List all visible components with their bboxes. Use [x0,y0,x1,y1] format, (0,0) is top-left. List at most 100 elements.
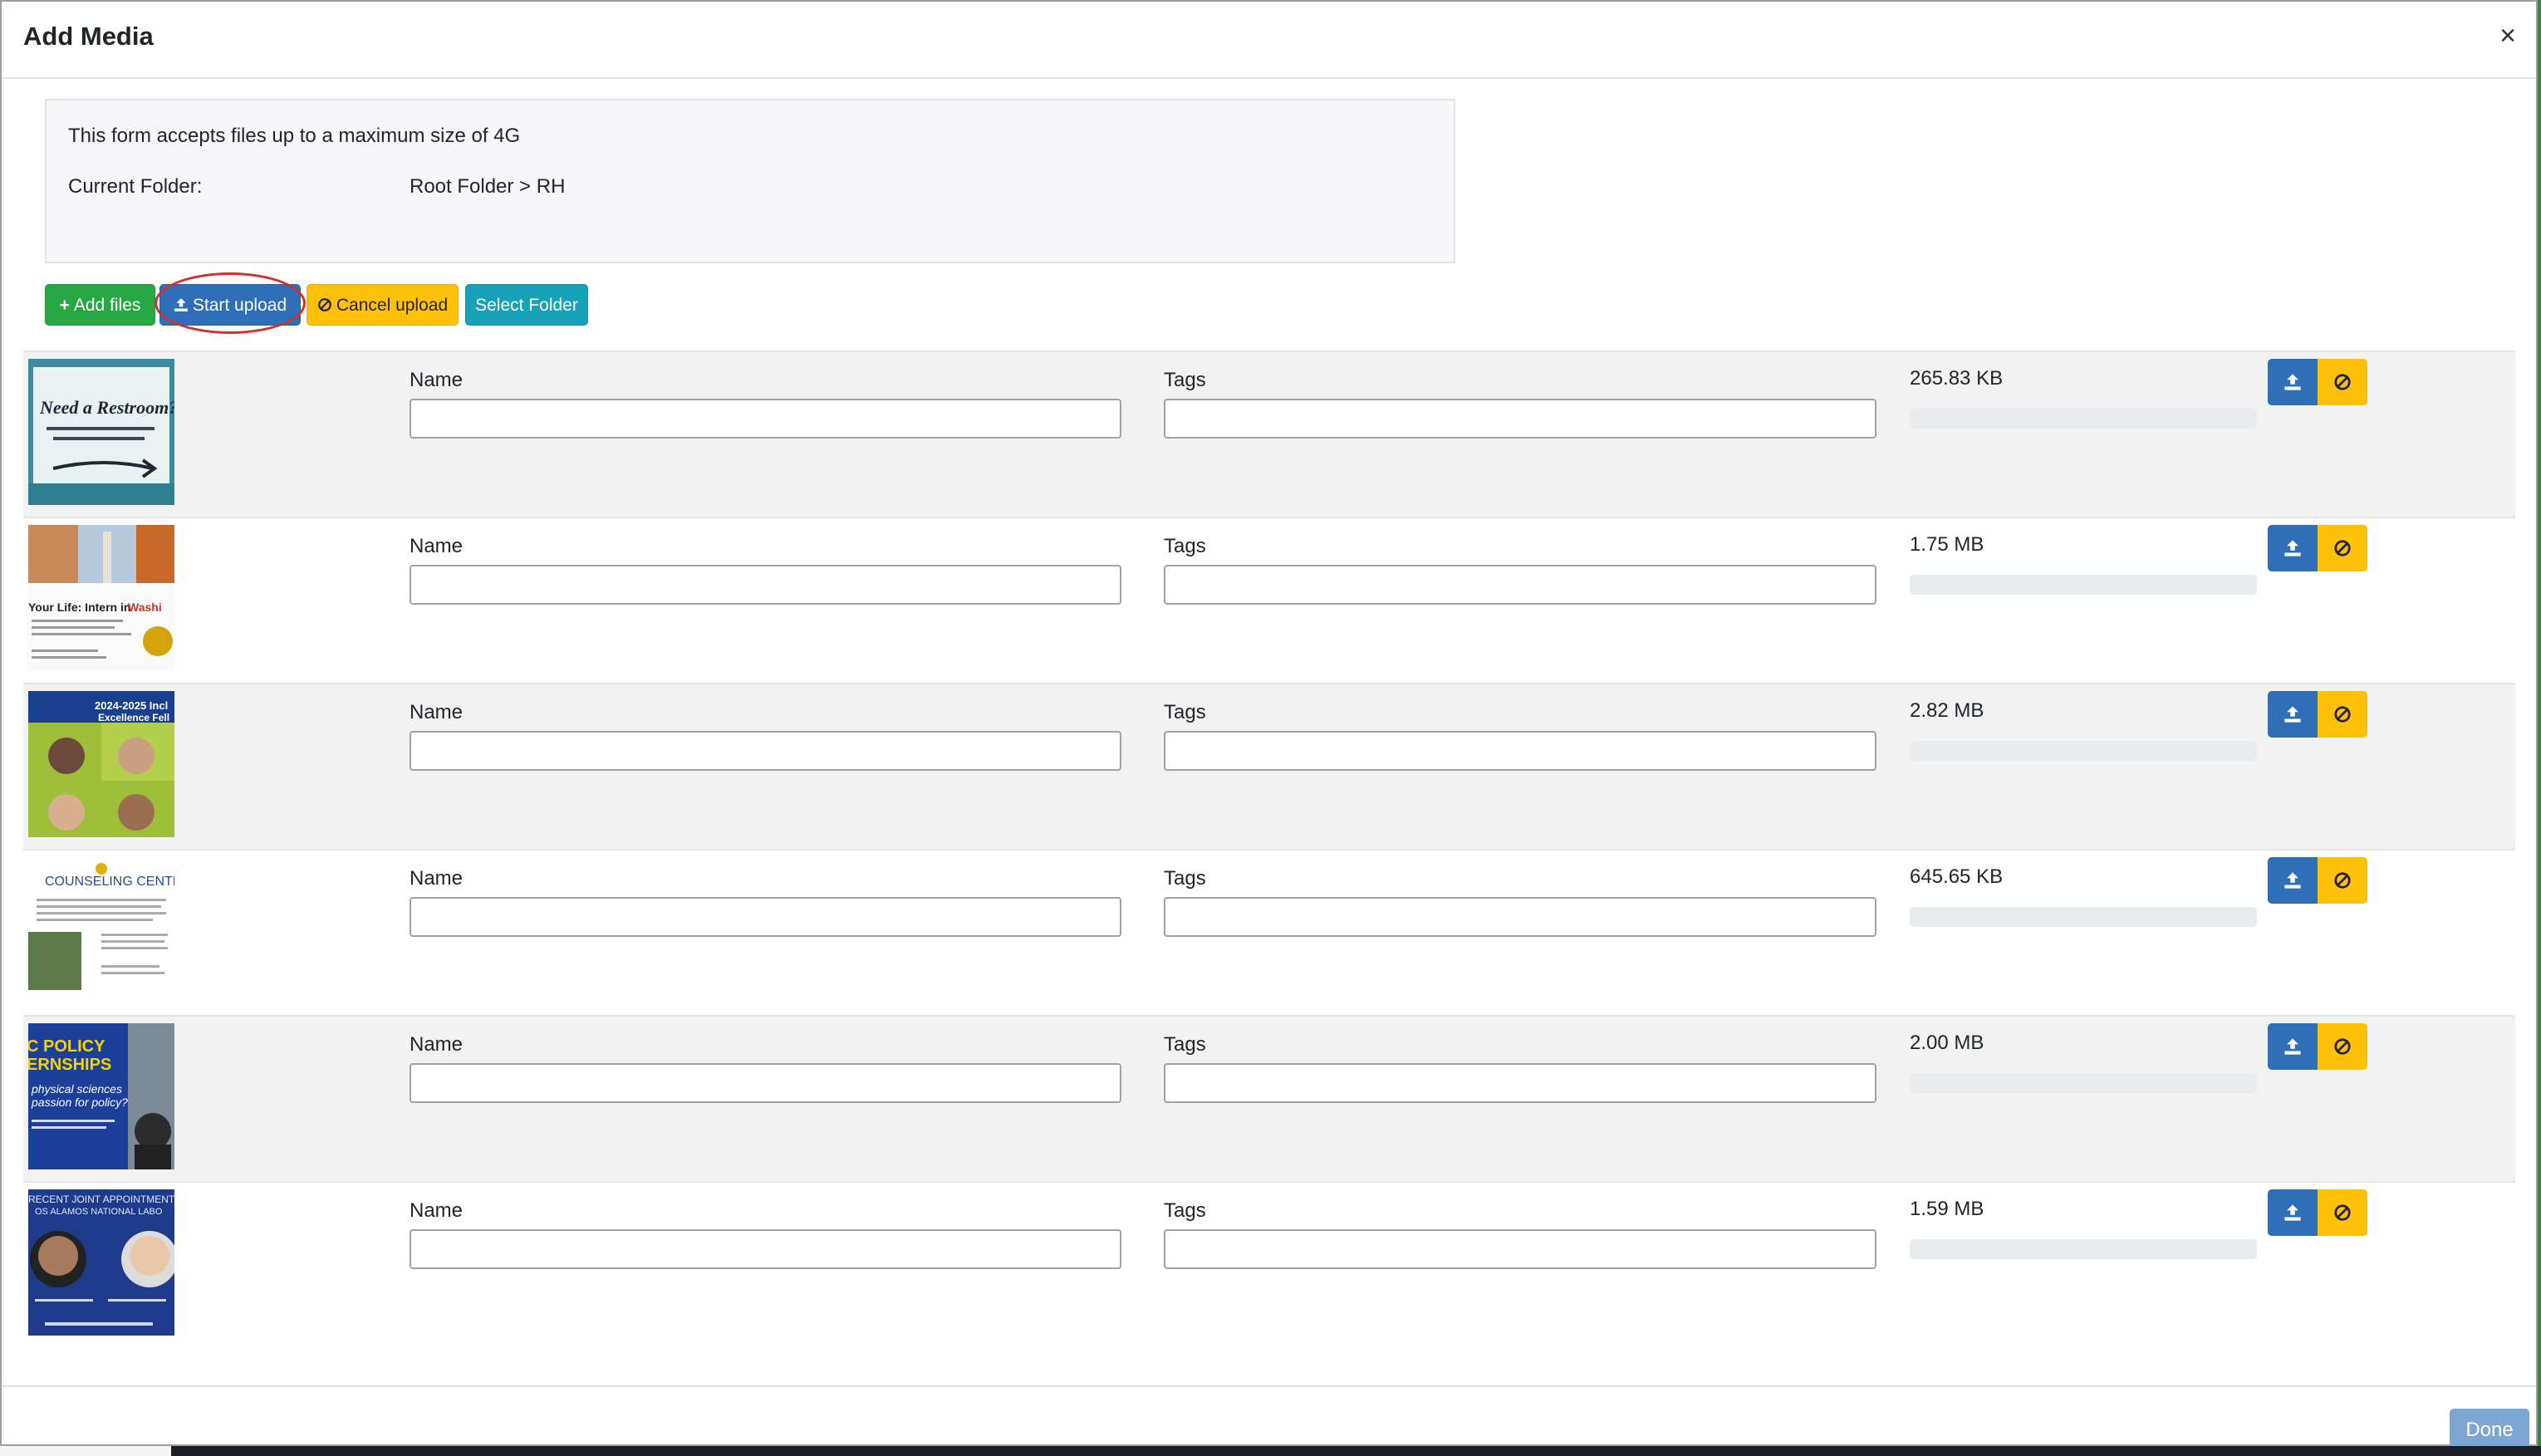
file-row: Your Life: Intern in Washi Name Tags 1.75 MB [23,517,2515,683]
upload-progress-bar [1910,907,2257,927]
file-row: 2024-2025 Incl Excellence Fell Name Tags 2.8… [23,683,2515,849]
file-row: Need a Restroom? Name Tags 265.83 KB [23,351,2515,517]
upload-file-button[interactable] [2268,359,2318,405]
upload-file-button[interactable] [2268,1189,2318,1236]
tags-label: Tags [1164,369,1206,391]
svg-text:2024-2025 Incl: 2024-2025 Incl [95,699,168,712]
tags-label: Tags [1164,701,1206,723]
tags-input[interactable] [1164,731,1876,771]
name-input[interactable] [410,565,1121,605]
upload-progress-bar [1910,1239,2257,1259]
upload-progress-bar [1910,1073,2257,1093]
tags-input[interactable] [1164,897,1876,937]
upload-icon [2284,540,2301,556]
upload-progress-bar [1910,741,2257,761]
name-input[interactable] [410,897,1121,937]
name-label: Name [410,535,464,557]
name-label: Name [410,1199,464,1222]
upload-file-button[interactable] [2268,691,2318,738]
upload-icon [2284,706,2301,723]
file-thumbnail: Need a Restroom? [28,359,174,505]
svg-text:ERNSHIPS: ERNSHIPS [28,1056,111,1074]
ban-icon [2334,540,2351,556]
file-thumbnail: C POLICY ERNSHIPS physical sciences passion… [28,1023,174,1169]
name-label: Name [410,1033,464,1056]
cancel-file-button[interactable] [2318,1189,2367,1236]
file-row: COUNSELING CENTER Name Tags 645.65 KB [23,849,2515,1015]
cancel-upload-label: Cancel upload [336,296,449,315]
name-label: Name [410,369,464,391]
upload-file-button[interactable] [2268,525,2318,571]
tags-label: Tags [1164,1199,1206,1222]
select-folder-label: Select Folder [475,296,578,315]
cancel-file-button[interactable] [2318,857,2367,904]
name-input[interactable] [410,1229,1121,1269]
file-thumbnail: Your Life: Intern in Washi [28,525,174,671]
svg-text:COUNSELING CENTER: COUNSELING CENTER [45,875,174,889]
file-thumbnail: 2024-2025 Incl Excellence Fell [28,691,174,837]
cancel-file-button[interactable] [2318,525,2367,571]
tags-label: Tags [1164,867,1206,890]
current-folder-label: Current Folder: [68,175,203,198]
upload-info-panel: This form accepts files up to a maximum … [45,99,1455,263]
select-folder-button[interactable]: Select Folder [465,284,588,326]
dialog-footer: Done [2,1385,2536,1450]
file-row: RECENT JOINT APPOINTMENT OS ALAMOS NATION… [23,1181,2515,1347]
file-thumbnail: COUNSELING CENTER [28,857,174,1003]
file-size: 645.65 KB [1910,865,2004,888]
dialog-header: Add Media × [2,2,2536,79]
svg-text:passion for policy?: passion for policy? [31,1096,128,1109]
svg-text:Washi: Washi [128,601,162,614]
file-size: 2.82 MB [1910,699,1984,722]
add-media-dialog: Add Media × This form accepts files up t… [0,0,2538,1450]
close-icon[interactable]: × [2499,22,2516,50]
ban-icon [2334,374,2351,390]
tags-input[interactable] [1164,399,1876,439]
upload-file-button[interactable] [2268,1023,2318,1070]
ban-icon [2334,1038,2351,1055]
done-button[interactable]: Done [2450,1409,2529,1450]
upload-icon [2284,872,2301,889]
ban-icon [2334,1204,2351,1221]
file-thumbnail: RECENT JOINT APPOINTMENT OS ALAMOS NATION… [28,1189,174,1336]
cancel-upload-button[interactable]: Cancel upload [307,284,459,326]
svg-text:Your Life: Intern in: Your Life: Intern in [28,601,130,614]
file-size: 1.59 MB [1910,1198,1984,1220]
upload-icon [2284,1204,2301,1221]
start-upload-label: Start upload [192,296,287,315]
tags-label: Tags [1164,1033,1206,1056]
start-upload-button[interactable]: Start upload [159,284,301,326]
dialog-title: Add Media [23,22,154,51]
name-input[interactable] [410,1063,1121,1103]
file-row: C POLICY ERNSHIPS physical sciences passion… [23,1015,2515,1181]
svg-text:Need a Restroom?: Need a Restroom? [39,397,174,418]
upload-icon [2284,1038,2301,1055]
tags-input[interactable] [1164,565,1876,605]
current-folder-path: Root Folder > RH [410,175,566,198]
upload-progress-bar [1910,575,2257,595]
tags-label: Tags [1164,535,1206,557]
name-input[interactable] [410,399,1121,439]
name-label: Name [410,867,464,890]
svg-text:C POLICY: C POLICY [28,1037,105,1056]
ban-icon [2334,872,2351,889]
plus-icon: + [59,296,70,315]
upload-icon [174,298,188,311]
upload-icon [2284,374,2301,390]
cancel-file-button[interactable] [2318,1023,2367,1070]
name-input[interactable] [410,731,1121,771]
svg-text:OS ALAMOS NATIONAL LABO: OS ALAMOS NATIONAL LABO [35,1207,163,1217]
file-size: 2.00 MB [1910,1032,1984,1054]
background-page-edge [2538,0,2541,1456]
tags-input[interactable] [1164,1063,1876,1103]
upload-file-button[interactable] [2268,857,2318,904]
cancel-file-button[interactable] [2318,359,2367,405]
add-files-label: Add files [73,296,141,315]
background-taskbar-edge [0,1446,2541,1456]
cancel-file-button[interactable] [2318,691,2367,738]
name-label: Name [410,701,464,723]
tags-input[interactable] [1164,1229,1876,1269]
ban-icon [317,298,331,311]
max-size-notice: This form accepts files up to a maximum … [68,125,521,147]
add-files-button[interactable]: + Add files [45,284,155,326]
